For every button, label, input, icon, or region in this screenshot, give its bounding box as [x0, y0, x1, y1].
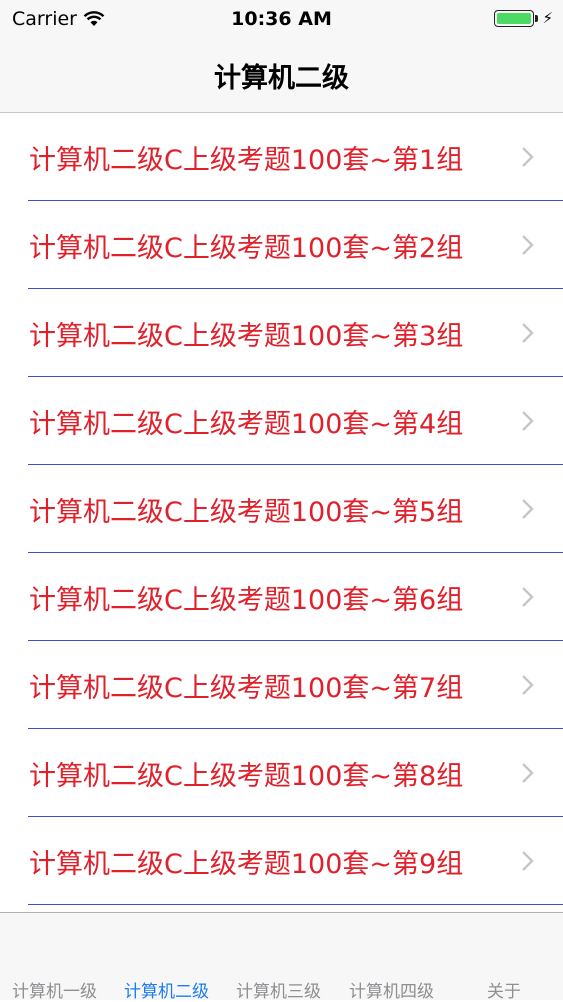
battery-level-fill [497, 12, 532, 24]
battery-icon [494, 9, 535, 27]
chevron-right-icon [522, 587, 534, 607]
list-item-label: 计算机二级C上级考题100套~第9组 [29, 848, 464, 880]
list-item[interactable]: 计算机二级C上级考题100套~第2组 [0, 201, 563, 289]
charging-bolt-icon: ⚡ [542, 9, 553, 27]
list-item[interactable]: 计算机二级C上级考题100套~第7组 [0, 641, 563, 729]
list-item-label: 计算机二级C上级考题100套~第3组 [29, 320, 464, 352]
list-item-label: 计算机二级C上级考题100套~第6组 [29, 584, 464, 616]
navigation-bar: 计算机二级 [0, 40, 563, 113]
chevron-right-icon [522, 235, 534, 255]
list-item-label: 计算机二级C上级考题100套~第1组 [29, 144, 464, 176]
list-item[interactable]: 计算机二级C上级考题100套~第3组 [0, 289, 563, 377]
list-item[interactable]: 计算机二级C上级考题100套~第8组 [0, 729, 563, 817]
tab-item[interactable]: 计算机一级 [12, 977, 97, 1002]
chevron-right-icon [522, 323, 534, 343]
list-item-label: 计算机二级C上级考题100套~第7组 [29, 672, 464, 704]
status-time: 10:36 AM [231, 8, 332, 30]
chevron-right-icon [522, 147, 534, 167]
page-title: 计算机二级 [214, 63, 349, 94]
list-item[interactable]: 计算机二级C上级考题100套~第1组 [0, 113, 563, 201]
list-item-label: 计算机二级C上级考题100套~第5组 [29, 496, 464, 528]
list-item-label: 计算机二级C上级考题100套~第2组 [29, 232, 464, 264]
tab-item[interactable]: 计算机二级 [124, 977, 209, 1002]
chevron-right-icon [522, 675, 534, 695]
chevron-right-icon [522, 851, 534, 871]
exam-list: 计算机二级C上级考题100套~第1组 计算机二级C上级考题100套~第2组 计算机二… [0, 113, 563, 905]
status-bar: Carrier 10:36 AM ⚡ [0, 0, 563, 40]
list-item-label: 计算机二级C上级考题100套~第8组 [29, 760, 464, 792]
chevron-right-icon [522, 499, 534, 519]
battery-indicator: ⚡ [494, 9, 553, 27]
tab-item[interactable]: 关于 [487, 977, 521, 1002]
list-item[interactable]: 计算机二级C上级考题100套~第4组 [0, 377, 563, 465]
list-item[interactable]: 计算机二级C上级考题100套~第6组 [0, 553, 563, 641]
list-item[interactable]: 计算机二级C上级考题100套~第9组 [0, 817, 563, 905]
chevron-right-icon [522, 763, 534, 783]
tab-item[interactable]: 计算机三级 [236, 977, 321, 1002]
tab-item[interactable]: 计算机四级 [349, 977, 434, 1002]
tab-bar: 计算机一级 计算机二级 计算机三级 计算机四级 关于 [0, 912, 563, 1002]
battery-tip [535, 14, 539, 22]
chevron-right-icon [522, 411, 534, 431]
list-item[interactable]: 计算机二级C上级考题100套~第5组 [0, 465, 563, 553]
list-item-label: 计算机二级C上级考题100套~第4组 [29, 408, 464, 440]
